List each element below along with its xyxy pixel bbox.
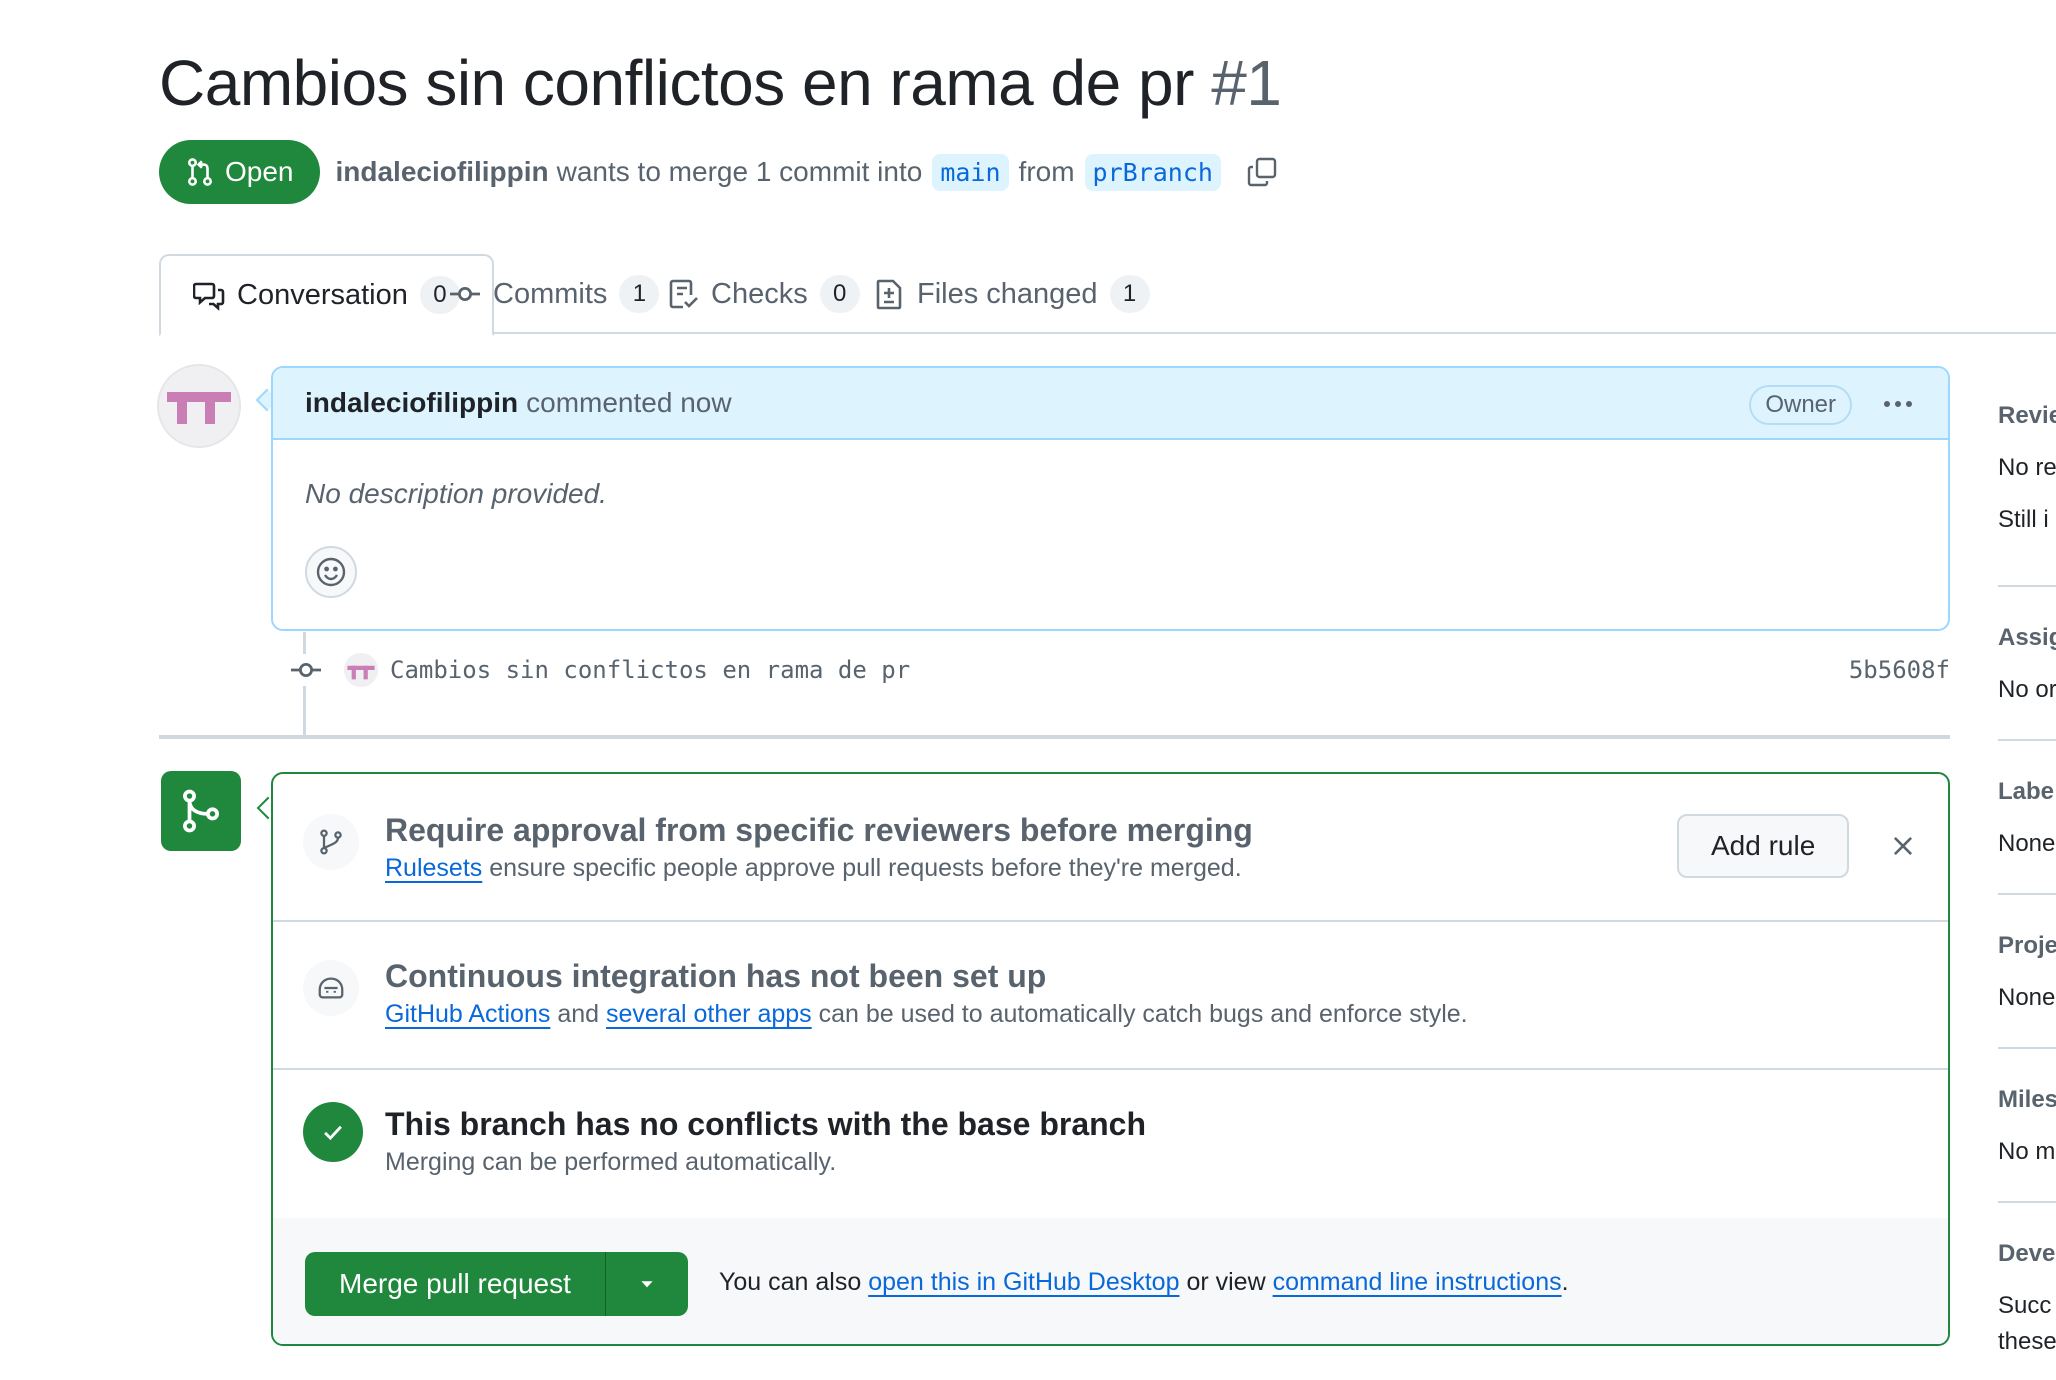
tab-commits-count: 1 <box>619 275 660 313</box>
merge-method-dropdown[interactable] <box>605 1252 688 1316</box>
timeline-commit: Cambios sin conflictos en rama de pr 5b5… <box>290 648 1950 692</box>
github-actions-link[interactable]: GitHub Actions <box>385 1000 550 1028</box>
pull-request-icon <box>187 158 213 186</box>
tab-checks[interactable]: Checks 0 <box>667 254 860 334</box>
rulesets-link[interactable]: Rulesets <box>385 854 482 882</box>
add-reaction-button[interactable] <box>305 546 357 598</box>
head-branch[interactable]: prBranch <box>1084 153 1221 191</box>
rulesets-description: Rulesets ensure specific people approve … <box>385 854 1242 883</box>
ci-title: Continuous integration has not been set … <box>385 958 1047 994</box>
merge-button-group: Merge pull request <box>305 1252 688 1316</box>
conflicts-section: This branch has no conflicts with the ba… <box>273 1070 1948 1218</box>
sidebar-projects-text: None <box>1998 984 2056 1011</box>
tab-conversation[interactable]: Conversation 0 <box>159 254 494 336</box>
git-merge-icon <box>161 771 241 851</box>
triangle-down-icon <box>641 1281 653 1288</box>
base-branch[interactable]: main <box>932 153 1009 191</box>
sidebar-labels-heading[interactable]: Labe <box>1998 778 2054 806</box>
sidebar-development-text-2: these <box>1998 1328 2056 1355</box>
comment-body: No description provided. <box>305 478 607 509</box>
rulesets-title: Require approval from specific reviewers… <box>385 812 1253 848</box>
commit-sha-link[interactable]: 5b5608f <box>1849 656 1950 684</box>
timeline-break <box>159 735 1950 739</box>
sidebar-divider <box>1998 1047 2056 1049</box>
smiley-icon <box>316 557 346 587</box>
ci-description: GitHub Actions and several other apps ca… <box>385 1000 1468 1029</box>
sidebar-milestone-text: No m <box>1998 1138 2056 1165</box>
sidebar-assignees-heading[interactable]: Assig <box>1998 624 2056 652</box>
tab-conversation-label: Conversation <box>237 278 408 311</box>
sidebar-development-heading[interactable]: Deve <box>1998 1240 2055 1268</box>
owner-badge: Owner <box>1749 385 1852 425</box>
sidebar-divider <box>1998 739 2056 741</box>
commit-message-link[interactable]: Cambios sin conflictos en rama de pr <box>390 656 910 684</box>
kebab-menu-icon[interactable] <box>1878 386 1918 422</box>
author-avatar[interactable] <box>157 364 241 448</box>
pr-description-comment: indaleciofilippin commented now Owner No… <box>271 366 1950 631</box>
sidebar-reviewers-text: No re <box>1998 454 2056 481</box>
add-rule-button[interactable]: Add rule <box>1677 814 1850 878</box>
sidebar-divider <box>1998 1201 2056 1203</box>
rulesets-section: Require approval from specific reviewers… <box>273 774 1948 922</box>
pr-title-text: Cambios sin conflictos en rama de pr <box>159 47 1194 119</box>
tab-commits[interactable]: Commits 1 <box>449 254 660 334</box>
check-circle-icon <box>303 1102 363 1162</box>
comment-time[interactable]: commented now <box>526 387 731 419</box>
git-commit-icon <box>450 286 480 301</box>
merge-box: Require approval from specific reviewers… <box>271 772 1950 1346</box>
tab-commits-label: Commits <box>493 277 608 310</box>
checklist-icon <box>669 279 698 309</box>
merge-alternatives: You can also open this in GitHub Desktop… <box>719 1268 1569 1297</box>
conflicts-description: Merging can be performed automatically. <box>385 1148 837 1176</box>
rulesets-desc-text: ensure specific people approve pull requ… <box>489 854 1242 882</box>
pr-number: #1 <box>1211 47 1282 119</box>
ci-and-text: and <box>557 1000 600 1028</box>
sidebar-milestone-heading[interactable]: Miles <box>1998 1086 2056 1114</box>
action-text: wants to merge 1 commit into <box>556 156 923 187</box>
comment-header: indaleciofilippin commented now Owner <box>273 368 1948 440</box>
sidebar-projects-heading[interactable]: Proje <box>1998 932 2056 960</box>
sidebar-reviewers-heading[interactable]: Revie <box>1998 402 2056 430</box>
pr-title: Cambios sin conflictos en rama de pr #1 <box>159 46 1282 120</box>
merge-footer: Merge pull request You can also open thi… <box>273 1218 1948 1344</box>
sidebar-reviewers-text-2: Still i <box>1998 506 2049 533</box>
sidebar-development-text: Succ <box>1998 1292 2052 1319</box>
sidebar-divider <box>1998 585 2056 587</box>
tab-checks-count: 0 <box>819 275 860 313</box>
git-branch-icon <box>303 814 359 870</box>
open-desktop-link[interactable]: open this in GitHub Desktop <box>868 1268 1179 1296</box>
state-badge: Open <box>159 140 320 204</box>
tab-files-changed-count: 1 <box>1109 275 1150 313</box>
commit-author-avatar[interactable] <box>344 653 378 687</box>
other-apps-link[interactable]: several other apps <box>606 1000 812 1028</box>
sidebar-divider <box>1998 893 2056 895</box>
footer-middle: or view <box>1186 1268 1266 1296</box>
command-line-link[interactable]: command line instructions <box>1273 1268 1562 1296</box>
close-icon[interactable] <box>1883 826 1923 866</box>
state-label: Open <box>225 156 294 187</box>
comment-discussion-icon <box>193 282 225 311</box>
footer-prefix: You can also <box>719 1268 862 1296</box>
copilot-icon <box>303 960 359 1016</box>
from-text: from <box>1018 156 1075 187</box>
ci-desc-text: can be used to automatically catch bugs … <box>818 1000 1468 1028</box>
conflicts-title: This branch has no conflicts with the ba… <box>385 1106 1147 1142</box>
tab-files-changed-label: Files changed <box>917 277 1098 310</box>
merge-pull-request-button[interactable]: Merge pull request <box>305 1252 606 1316</box>
sidebar-assignees-text: No or <box>1998 676 2056 703</box>
tab-checks-label: Checks <box>711 277 808 310</box>
copy-icon[interactable] <box>1245 155 1279 189</box>
git-commit-icon <box>290 654 322 686</box>
file-diff-icon <box>876 279 902 310</box>
comment-author[interactable]: indaleciofilippin <box>305 387 518 419</box>
pr-tabs: Conversation 0 Commits 1 Checks 0 Files … <box>159 254 2056 336</box>
footer-suffix: . <box>1561 1268 1569 1296</box>
merge-summary: indaleciofilippin wants to merge 1 commi… <box>336 153 1279 191</box>
sidebar-labels-text: None <box>1998 830 2056 857</box>
author-link[interactable]: indaleciofilippin <box>336 156 549 188</box>
ci-section: Continuous integration has not been set … <box>273 922 1948 1070</box>
tab-files-changed[interactable]: Files changed 1 <box>873 254 1150 334</box>
pr-meta: Open indaleciofilippin wants to merge 1 … <box>159 140 1279 204</box>
